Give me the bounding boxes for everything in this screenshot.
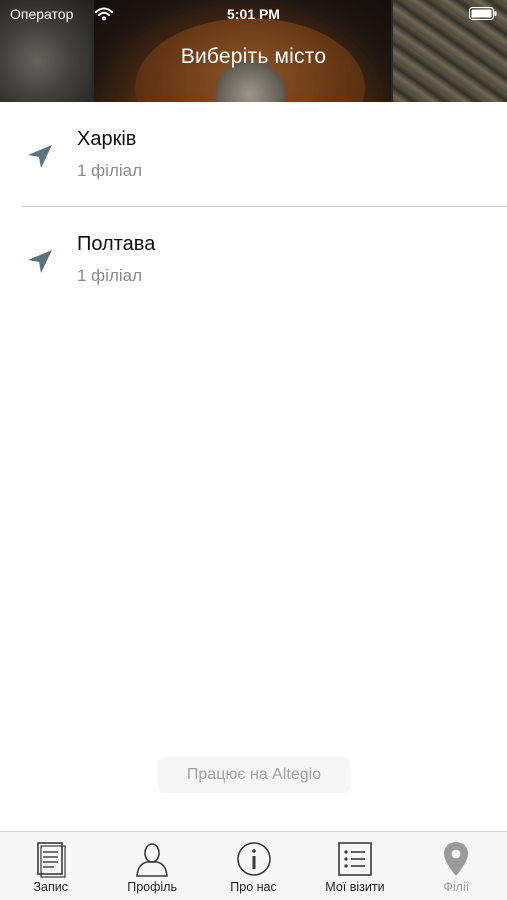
tab-booking[interactable]: Запис: [0, 832, 101, 900]
tab-profile[interactable]: Профіль: [101, 832, 202, 900]
city-name: Полтава: [77, 233, 156, 255]
battery-icon: [469, 7, 497, 20]
clock: 5:01 PM: [227, 6, 280, 22]
tab-label: Про нас: [230, 880, 277, 894]
tab-bar: Запис Профіль Про нас Мої візити Філії: [0, 831, 507, 900]
tab-label: Мої візити: [325, 880, 385, 894]
list-item-city[interactable]: Харків 1 філіал: [0, 102, 507, 206]
city-name: Харків: [77, 128, 137, 150]
city-branch-count: 1 філіал: [77, 266, 143, 285]
person-icon: [136, 843, 168, 877]
tab-label: Філії: [443, 880, 470, 894]
map-pin-icon: [444, 842, 469, 876]
location-arrow-icon: [28, 145, 52, 168]
powered-by-link[interactable]: Працює на Altegio: [158, 757, 350, 793]
header: Оператор 5:01 PM Виберіть місто: [0, 0, 507, 102]
list-icon: [338, 842, 372, 876]
page-title: Виберіть місто: [180, 45, 327, 68]
document-icon: [36, 842, 66, 878]
screen: Оператор 5:01 PM Виберіть місто Харків 1…: [0, 0, 507, 900]
city-branch-count: 1 філіал: [77, 161, 143, 180]
list-item-city[interactable]: Полтава 1 філіал: [0, 207, 507, 311]
tab-branches[interactable]: Філії: [406, 832, 507, 900]
tab-my-visits[interactable]: Мої візити: [304, 832, 405, 900]
info-icon: [236, 842, 271, 876]
tab-label: Профіль: [127, 880, 177, 894]
status-bar: Оператор 5:01 PM: [0, 0, 507, 30]
tab-about[interactable]: Про нас: [203, 832, 304, 900]
city-list: Харків 1 філіал Полтава 1 філіал: [0, 102, 507, 311]
tab-label: Запис: [33, 880, 68, 894]
location-arrow-icon: [28, 250, 52, 273]
